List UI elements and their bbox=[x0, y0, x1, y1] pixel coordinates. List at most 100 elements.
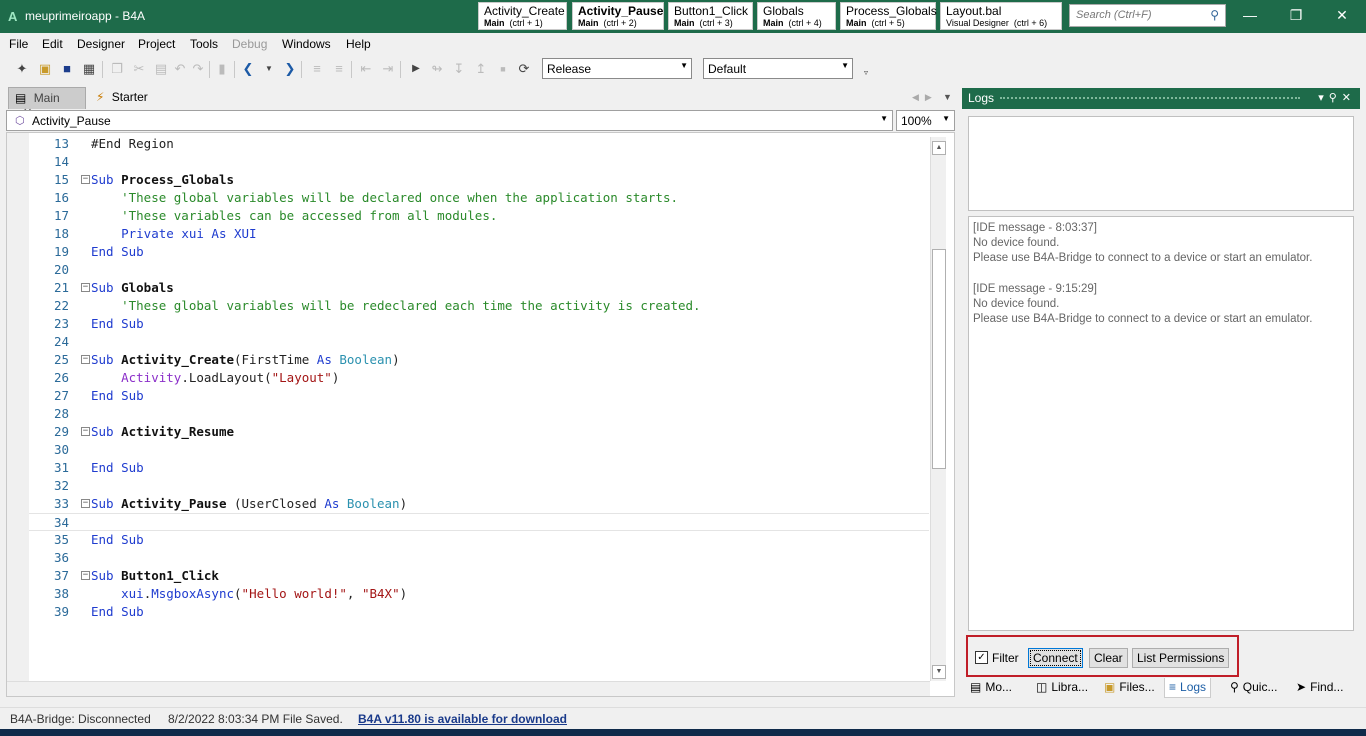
outdent-icon[interactable]: ⇤ bbox=[358, 61, 374, 77]
tab-list-dropdown-icon[interactable]: ▼ bbox=[943, 92, 952, 102]
redo-icon[interactable]: ↷ bbox=[190, 61, 206, 77]
code-line[interactable]: 22 'These global variables will be redec… bbox=[29, 297, 929, 315]
bookmark-icon[interactable]: ▮ bbox=[214, 61, 230, 77]
tab-files[interactable]: ▣ Files... bbox=[1100, 678, 1159, 698]
save-all-icon[interactable]: ▦ bbox=[81, 61, 97, 77]
menu-project[interactable]: Project bbox=[138, 37, 175, 51]
code-line[interactable]: 38 xui.MsgboxAsync("Hello world!", "B4X"… bbox=[29, 585, 929, 603]
maximize-button[interactable]: ❐ bbox=[1273, 0, 1319, 33]
quick-tab-activity-pause[interactable]: Activity_Pause Main (ctrl + 2) bbox=[572, 2, 664, 30]
code-line[interactable]: 16 'These global variables will be decla… bbox=[29, 189, 929, 207]
new-file-icon[interactable]: ✦ bbox=[14, 61, 30, 77]
menu-windows[interactable]: Windows bbox=[282, 37, 331, 51]
menu-edit[interactable]: Edit bbox=[42, 37, 63, 51]
code-line[interactable]: 18 Private xui As XUI bbox=[29, 225, 929, 243]
code-line[interactable]: 20 bbox=[29, 261, 929, 279]
tab-quick-search[interactable]: ⚲ Quic... bbox=[1226, 678, 1281, 698]
code-line[interactable]: 24 bbox=[29, 333, 929, 351]
tab-scroll-icon[interactable]: ◀▶ bbox=[912, 92, 938, 103]
step-out-icon[interactable]: ↥ bbox=[473, 61, 489, 77]
comment-icon[interactable]: ≡ bbox=[309, 61, 325, 77]
logs-filter-area[interactable] bbox=[968, 116, 1354, 211]
code-line[interactable]: 21 − Sub Globals bbox=[29, 279, 929, 297]
menu-help[interactable]: Help bbox=[346, 37, 371, 51]
paste-icon[interactable]: ▤ bbox=[153, 61, 169, 77]
copy-icon[interactable]: ❐ bbox=[109, 61, 125, 77]
code-line[interactable]: 34 bbox=[29, 513, 929, 531]
stop-icon[interactable]: ■ bbox=[495, 61, 511, 77]
code-line[interactable]: 19 End Sub bbox=[29, 243, 929, 261]
code-line[interactable]: 25 − Sub Activity_Create(FirstTime As Bool… bbox=[29, 351, 929, 369]
filter-checkbox[interactable]: ✓ bbox=[975, 651, 988, 664]
run-icon[interactable]: ▶ bbox=[408, 61, 424, 77]
cut-icon[interactable]: ✂ bbox=[131, 61, 147, 77]
pin-icon[interactable]: ⚲ bbox=[1329, 92, 1342, 104]
menu-file[interactable]: File bbox=[9, 37, 28, 51]
save-icon[interactable]: ■ bbox=[59, 61, 75, 77]
menu-debug[interactable]: Debug bbox=[232, 37, 267, 51]
tab-starter[interactable]: ⚡ Starter bbox=[90, 87, 170, 109]
tab-libraries[interactable]: ◫ Libra... bbox=[1032, 678, 1092, 698]
tab-logs[interactable]: ≡ Logs bbox=[1164, 678, 1212, 698]
step-over-icon[interactable]: ↬ bbox=[429, 61, 445, 77]
clear-button[interactable]: Clear bbox=[1089, 648, 1128, 668]
close-button[interactable]: ✕ bbox=[1319, 0, 1365, 33]
fold-toggle-icon[interactable]: − bbox=[81, 283, 90, 292]
zoom-selector[interactable]: 100% ▼ bbox=[896, 110, 955, 131]
code-line[interactable]: 37 − Sub Button1_Click bbox=[29, 567, 929, 585]
undo-icon[interactable]: ↶ bbox=[172, 61, 188, 77]
code-line[interactable]: 26 Activity.LoadLayout("Layout") bbox=[29, 369, 929, 387]
fold-toggle-icon[interactable]: − bbox=[81, 427, 90, 436]
code-line[interactable]: 29 − Sub Activity_Resume bbox=[29, 423, 929, 441]
search-input[interactable]: Search (Ctrl+F) ⚲ bbox=[1069, 4, 1226, 27]
code-line[interactable]: 13 #End Region bbox=[29, 135, 929, 153]
code-line[interactable]: 30 bbox=[29, 441, 929, 459]
update-link[interactable]: B4A v11.80 is available for download bbox=[358, 712, 567, 726]
code-line[interactable]: 35 End Sub bbox=[29, 531, 929, 549]
code-line[interactable]: 39 End Sub bbox=[29, 603, 929, 621]
code-line[interactable]: 28 bbox=[29, 405, 929, 423]
code-line[interactable]: 31 End Sub bbox=[29, 459, 929, 477]
indent-icon[interactable]: ⇥ bbox=[380, 61, 396, 77]
quick-tab-process-globals[interactable]: Process_Globals Main (ctrl + 5) bbox=[840, 2, 937, 30]
menu-tools[interactable]: Tools bbox=[190, 37, 218, 51]
fold-toggle-icon[interactable]: − bbox=[81, 355, 90, 364]
fold-toggle-icon[interactable]: − bbox=[81, 175, 90, 184]
back-history-dropdown-icon[interactable]: ▼ bbox=[261, 61, 277, 77]
scroll-up-icon[interactable]: ▲ bbox=[932, 141, 946, 155]
build-config-select[interactable]: Release ▼ bbox=[542, 58, 692, 79]
panel-menu-icon[interactable]: ▾ bbox=[1318, 92, 1329, 104]
device-config-select[interactable]: Default ▼ bbox=[703, 58, 853, 79]
code-line[interactable]: 32 bbox=[29, 477, 929, 495]
quick-tab-globals[interactable]: Globals Main (ctrl + 4) bbox=[757, 2, 836, 30]
logs-output[interactable]: [IDE message - 8:03:37] No device found.… bbox=[968, 216, 1354, 631]
vertical-scrollbar[interactable]: ▲ ▼ bbox=[930, 137, 946, 681]
quick-tab-button1-click[interactable]: Button1_Click Main (ctrl + 3) bbox=[668, 2, 753, 30]
search-icon[interactable]: ⚲ bbox=[1210, 8, 1219, 22]
tab-modules[interactable]: ▤ Mo... bbox=[966, 678, 1016, 698]
restart-icon[interactable]: ⟳ bbox=[516, 61, 532, 77]
list-permissions-button[interactable]: List Permissions bbox=[1132, 648, 1230, 668]
quick-tab-activity-create[interactable]: Activity_Create Main (ctrl + 1) bbox=[478, 2, 567, 30]
code-line[interactable]: 27 End Sub bbox=[29, 387, 929, 405]
scroll-down-icon[interactable]: ▼ bbox=[932, 665, 946, 679]
tab-find[interactable]: ➤ Find... bbox=[1292, 678, 1347, 698]
connect-button[interactable]: Connect bbox=[1028, 648, 1083, 668]
sub-selector[interactable]: ⬡ Activity_Pause ▼ bbox=[6, 110, 893, 131]
code-line[interactable]: 36 bbox=[29, 549, 929, 567]
fold-toggle-icon[interactable]: − bbox=[81, 571, 90, 580]
scroll-thumb[interactable] bbox=[932, 249, 946, 469]
code-line[interactable]: 33 − Sub Activity_Pause (UserClosed As Boo… bbox=[29, 495, 929, 513]
code-line[interactable]: 23 End Sub bbox=[29, 315, 929, 333]
code-line[interactable]: 17 'These variables can be accessed from… bbox=[29, 207, 929, 225]
step-into-icon[interactable]: ↧ bbox=[451, 61, 467, 77]
quick-tab-layout-bal[interactable]: Layout.bal Visual Designer (ctrl + 6) bbox=[940, 2, 1062, 30]
fold-toggle-icon[interactable]: − bbox=[81, 499, 90, 508]
uncomment-icon[interactable]: ≡ bbox=[331, 61, 347, 77]
forward-icon[interactable]: ❯ bbox=[282, 61, 298, 77]
toolbar-overflow-icon[interactable]: ▿ bbox=[858, 65, 874, 81]
horizontal-scrollbar[interactable] bbox=[7, 681, 930, 696]
code-line[interactable]: 15 − Sub Process_Globals bbox=[29, 171, 929, 189]
open-folder-icon[interactable]: ▣ bbox=[37, 61, 53, 77]
back-icon[interactable]: ❮ bbox=[240, 61, 256, 77]
